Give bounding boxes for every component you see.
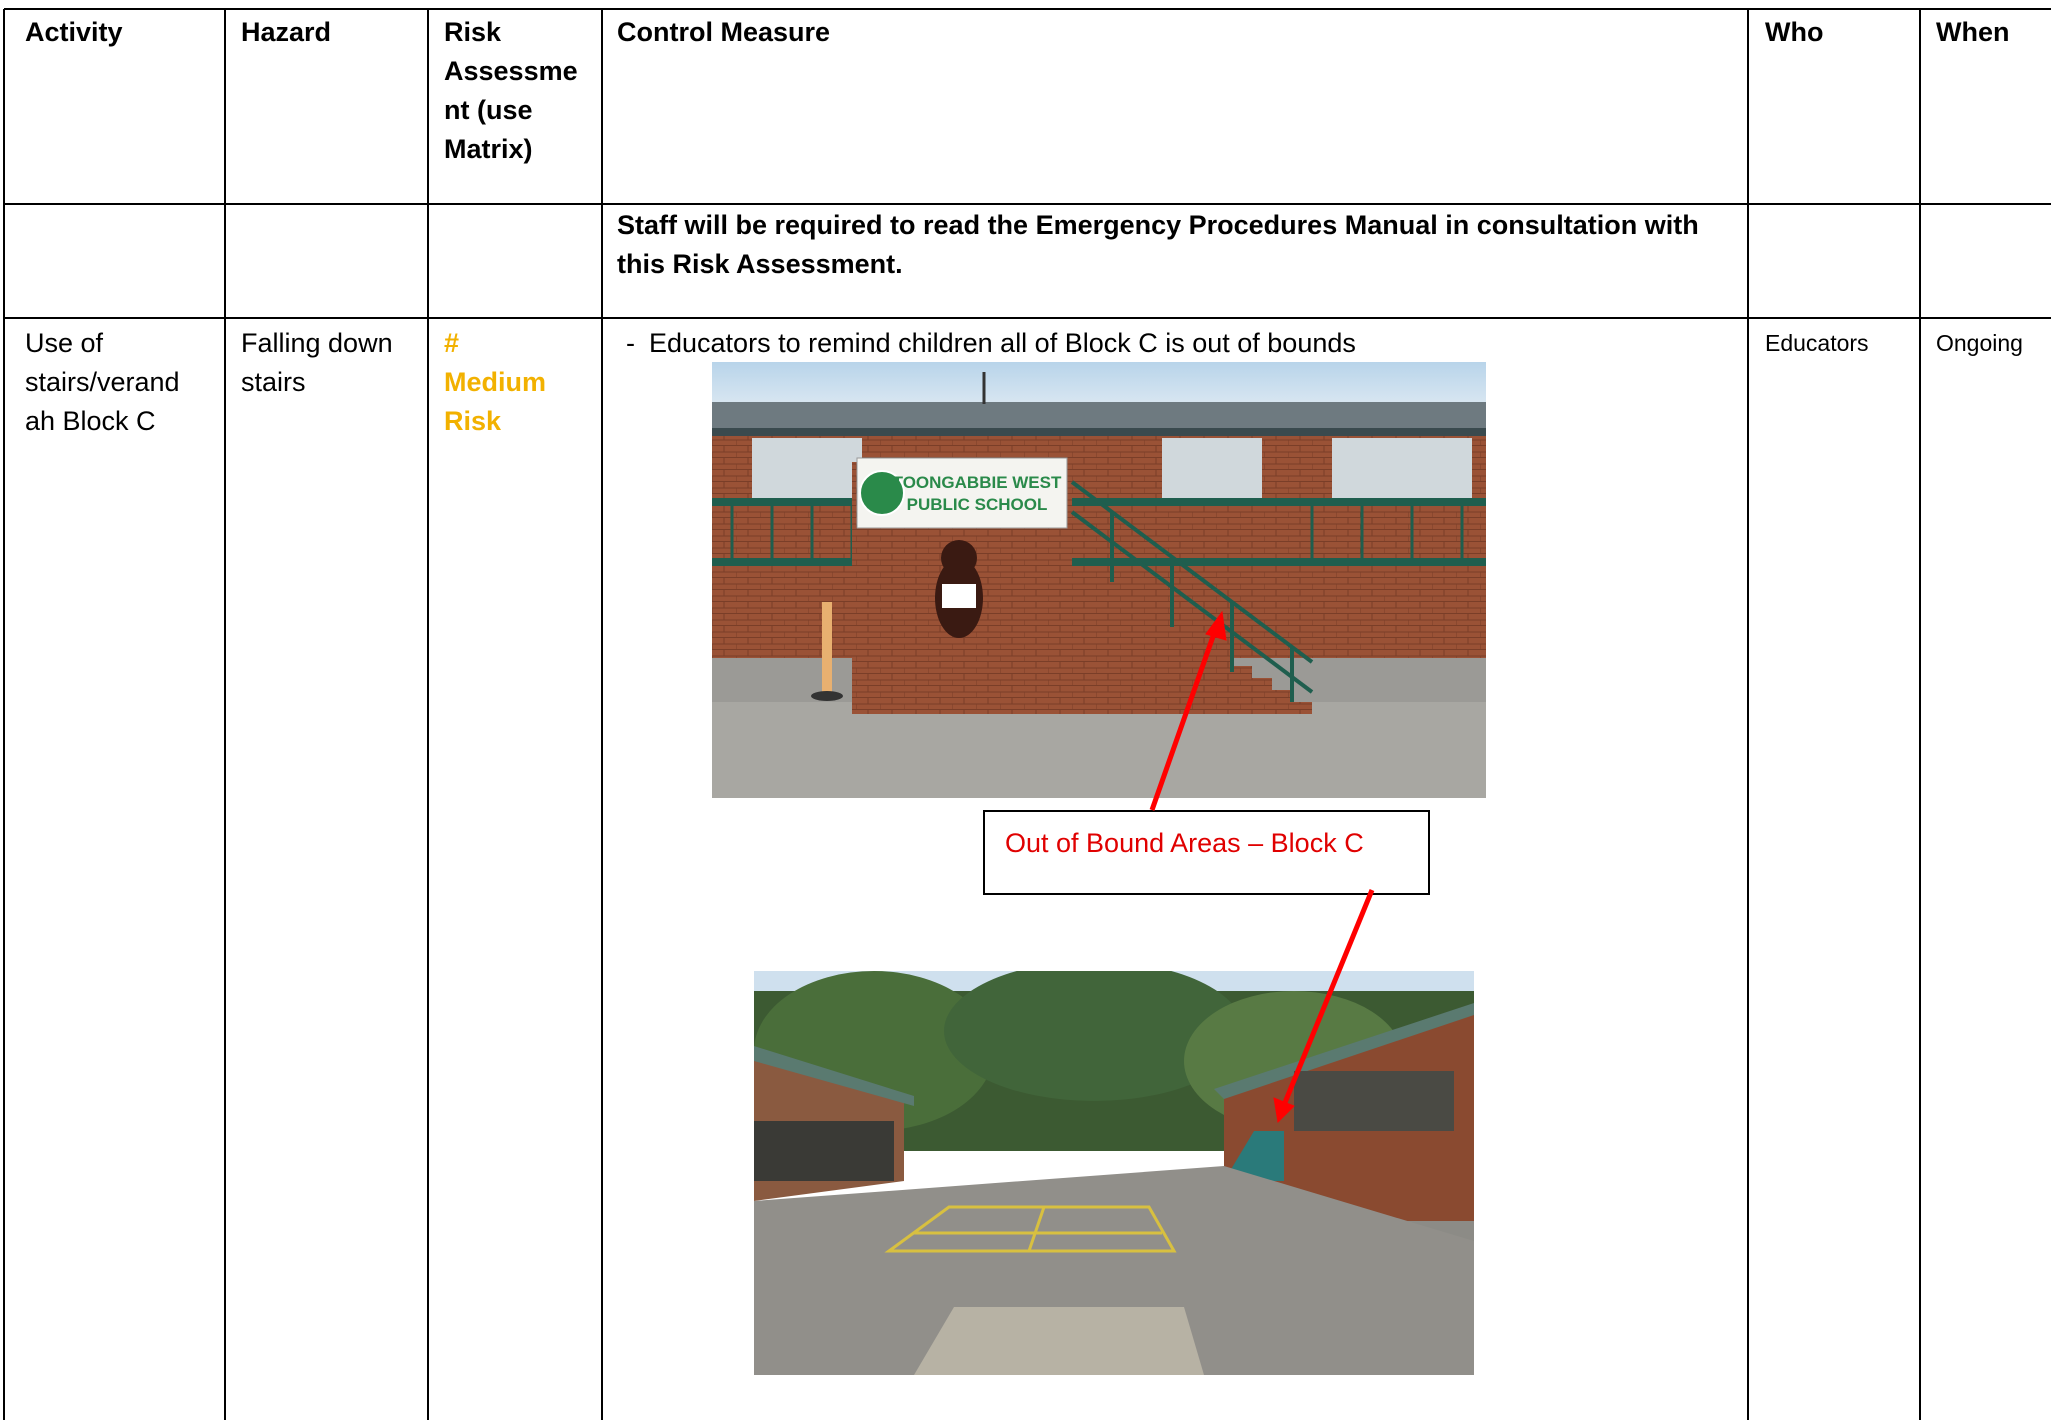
activity-cell: Use of stairs/verand ah Block C [25, 328, 180, 436]
control-bullet: - [626, 328, 635, 358]
header-when: When [1936, 17, 2010, 47]
when-cell: Ongoing [1936, 330, 2023, 356]
header-risk-assessment: Risk Assessme nt (use Matrix) [444, 17, 578, 164]
risk-level-cell: # Medium Risk [444, 324, 594, 441]
risk-symbol: # [444, 328, 460, 358]
callout-text: Out of Bound Areas – Block C [1005, 828, 1364, 858]
header-who: Who [1765, 17, 1824, 47]
sign-line-1: TOONGABBIE WEST [893, 473, 1062, 492]
risk-level-text: Medium Risk [444, 367, 547, 436]
hazard-cell: Falling down stairs [241, 328, 393, 397]
header-activity: Activity [25, 17, 123, 47]
sign-line-2: PUBLIC SCHOOL [907, 495, 1048, 514]
who-cell: Educators [1765, 330, 1869, 356]
header-control-measure: Control Measure [617, 17, 831, 47]
header-hazard: Hazard [241, 17, 332, 47]
out-of-bounds-callout: Out of Bound Areas – Block C [983, 810, 1430, 895]
photo-courtyard [754, 971, 1474, 1375]
control-text: Educators to remind children all of Bloc… [649, 328, 1356, 358]
notice-text: Staff will be required to read the Emerg… [617, 210, 1699, 279]
photo-block-c-stairs: TOONGABBIE WEST PUBLIC SCHOOL [712, 362, 1486, 798]
